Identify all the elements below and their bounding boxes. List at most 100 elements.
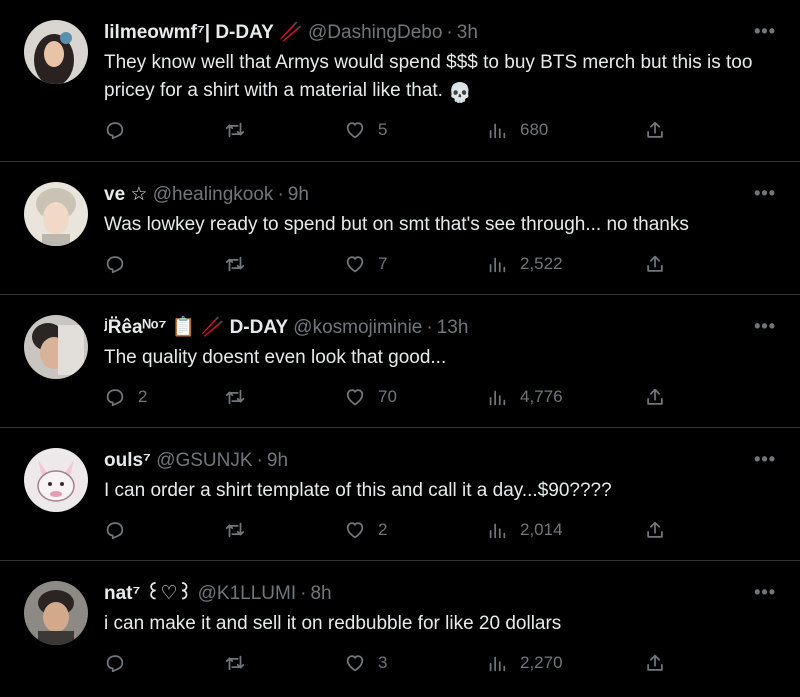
separator-dot: ·: [426, 317, 433, 338]
reply-icon: [106, 522, 124, 540]
share-button[interactable]: [644, 519, 666, 541]
tweet-actions: 2 2,014: [104, 519, 770, 545]
timestamp[interactable]: 3h: [457, 22, 478, 43]
views-button[interactable]: 680: [486, 119, 548, 141]
display-name[interactable]: ouls⁷: [104, 450, 151, 471]
views-button[interactable]: 2,270: [486, 652, 563, 674]
more-options-icon[interactable]: •••: [754, 450, 776, 468]
handle[interactable]: @kosmojiminie: [293, 317, 422, 338]
tweet-text: Was lowkey ready to spend but on smt tha…: [104, 211, 770, 239]
view-count: 4,776: [520, 387, 563, 406]
display-name[interactable]: lilmeowmf⁷| D-DAY: [104, 22, 274, 43]
more-options-icon[interactable]: •••: [754, 317, 776, 335]
tweet[interactable]: ʲR̈êaᴺᵒ⁷ 📋 🥢 D-DAY @kosmojiminie · 13h •••…: [0, 295, 800, 428]
more-options-icon[interactable]: •••: [754, 583, 776, 601]
retweet-icon: [225, 522, 245, 538]
analytics-icon: [489, 656, 506, 672]
handle[interactable]: @healingkook: [153, 184, 274, 205]
tweet-header: nat⁷ ꒰♡꒱ @K1LLUMI · 8h: [104, 581, 740, 607]
views-button[interactable]: 2,522: [486, 253, 563, 275]
reply-icon: [106, 655, 124, 673]
tweet-text: I can order a shirt template of this and…: [104, 477, 770, 505]
retweet-button[interactable]: [224, 119, 258, 141]
separator-dot: ·: [446, 22, 453, 43]
tweet-actions: 5 680: [104, 119, 770, 145]
like-count: 5: [378, 120, 388, 139]
like-count: 3: [378, 653, 388, 672]
separator-dot: ·: [300, 583, 307, 604]
retweet-icon: [225, 389, 245, 405]
reply-button[interactable]: [104, 253, 138, 275]
retweet-icon: [225, 122, 245, 138]
timestamp[interactable]: 9h: [267, 450, 288, 471]
views-button[interactable]: 2,014: [486, 519, 563, 541]
share-button[interactable]: [644, 386, 666, 408]
like-count: 7: [378, 254, 388, 273]
handle[interactable]: @GSUNJK: [156, 450, 252, 471]
reply-count: 2: [138, 387, 148, 406]
tweet-feed: lilmeowmf⁷| D-DAY 🥢 @DashingDebo · 3h ••• …: [0, 0, 800, 697]
tweet-actions: 7 2,522: [104, 253, 770, 279]
view-count: 2,014: [520, 520, 563, 539]
retweet-button[interactable]: [224, 386, 258, 408]
display-name[interactable]: nat⁷ ꒰♡꒱: [104, 583, 192, 604]
avatar[interactable]: [24, 315, 88, 379]
tweet-text-body: I can order a shirt template of this and…: [104, 480, 612, 501]
reply-icon: [106, 389, 124, 407]
retweet-button[interactable]: [224, 519, 258, 541]
avatar[interactable]: [24, 581, 88, 645]
more-options-icon[interactable]: •••: [754, 22, 776, 40]
timestamp[interactable]: 9h: [288, 184, 309, 205]
timestamp[interactable]: 8h: [310, 583, 331, 604]
tweet-actions: 3 2,270: [104, 652, 770, 678]
separator-dot: ·: [277, 184, 284, 205]
share-button[interactable]: [644, 652, 666, 674]
like-button[interactable]: 70: [344, 386, 397, 408]
avatar[interactable]: [24, 20, 88, 84]
tweet-text-body: Was lowkey ready to spend but on smt tha…: [104, 214, 689, 235]
views-button[interactable]: 4,776: [486, 386, 563, 408]
retweet-icon: [225, 655, 245, 671]
display-name[interactable]: ʲR̈êaᴺᵒ⁷: [104, 317, 166, 338]
more-options-icon[interactable]: •••: [754, 184, 776, 202]
tweet-text: i can make it and sell it on redbubble f…: [104, 610, 770, 638]
reply-button[interactable]: [104, 119, 138, 141]
reply-button[interactable]: [104, 519, 138, 541]
tweet-text: They know well that Armys would spend $$…: [104, 49, 770, 108]
tweet[interactable]: ve ☆ @healingkook · 9h ••• Was lowkey read…: [0, 162, 800, 295]
tweet-header: ouls⁷ @GSUNJK · 9h: [104, 448, 740, 474]
reply-button[interactable]: [104, 652, 138, 674]
like-button[interactable]: 5: [344, 119, 387, 141]
avatar[interactable]: [24, 448, 88, 512]
tweet-text: The quality doesnt even look that good..…: [104, 344, 770, 372]
reply-button[interactable]: 2: [104, 386, 147, 408]
analytics-icon: [489, 257, 506, 273]
like-count: 70: [378, 387, 397, 406]
tweet-header: ʲR̈êaᴺᵒ⁷ 📋 🥢 D-DAY @kosmojiminie · 13h: [104, 315, 740, 341]
handle[interactable]: @DashingDebo: [308, 22, 442, 43]
retweet-button[interactable]: [224, 652, 258, 674]
like-button[interactable]: 2: [344, 519, 387, 541]
name-badges: 📋 🥢 D-DAY: [171, 317, 288, 338]
avatar[interactable]: [24, 182, 88, 246]
share-button[interactable]: [644, 253, 666, 275]
display-name[interactable]: ve ☆: [104, 184, 147, 205]
skull-emoji: 💀: [448, 83, 472, 104]
timestamp[interactable]: 13h: [437, 317, 469, 338]
retweet-icon: [225, 256, 245, 272]
tweet[interactable]: nat⁷ ꒰♡꒱ @K1LLUMI · 8h ••• i can make it a…: [0, 561, 800, 697]
view-count: 2,522: [520, 254, 563, 273]
tweet-text-body: i can make it and sell it on redbubble f…: [104, 613, 562, 634]
retweet-button[interactable]: [224, 253, 258, 275]
tweet[interactable]: ouls⁷ @GSUNJK · 9h ••• I can order a shirt…: [0, 428, 800, 561]
reply-icon: [106, 256, 124, 274]
heart-icon: [346, 522, 364, 539]
share-button[interactable]: [644, 119, 666, 141]
like-button[interactable]: 3: [344, 652, 387, 674]
handle[interactable]: @K1LLUMI: [198, 583, 297, 604]
tweet-text-body: They know well that Armys would spend $$…: [104, 52, 753, 101]
separator-dot: ·: [256, 450, 263, 471]
like-button[interactable]: 7: [344, 253, 387, 275]
analytics-icon: [489, 390, 506, 406]
tweet[interactable]: lilmeowmf⁷| D-DAY 🥢 @DashingDebo · 3h ••• …: [0, 0, 800, 162]
